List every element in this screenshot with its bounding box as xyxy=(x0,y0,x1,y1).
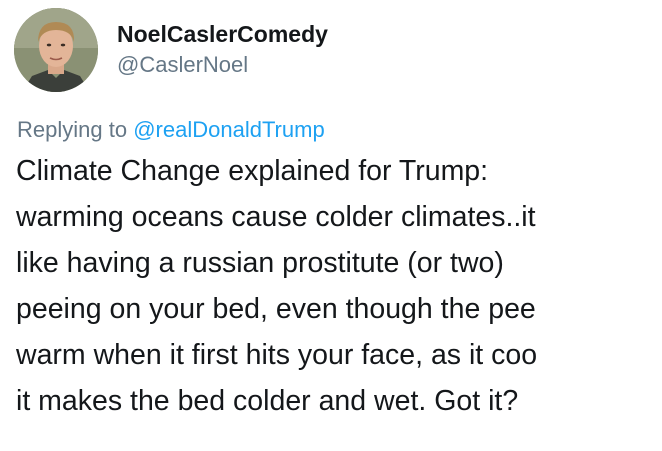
tweet-line: warm when it first hits your face, as it… xyxy=(16,339,538,371)
replying-to: Replying to @realDonaldTrump xyxy=(17,116,325,144)
tweet-line: warming oceans cause colder climates..it xyxy=(16,201,536,233)
reply-mention-link[interactable]: @realDonaldTrump xyxy=(133,117,324,142)
tweet-line: it makes the bed colder and wet. Got it? xyxy=(16,385,519,417)
user-names: NoelCaslerComedy @CaslerNoel xyxy=(117,20,328,79)
tweet-card: NoelCaslerComedy @CaslerNoel Replying to… xyxy=(0,0,662,451)
display-name[interactable]: NoelCaslerComedy xyxy=(117,20,328,48)
tweet-line: peeing on your bed, even though the pee xyxy=(16,293,536,325)
user-handle[interactable]: @CaslerNoel xyxy=(117,51,328,79)
replying-to-label: Replying to xyxy=(17,117,128,142)
tweet-line: like having a russian prostitute (or two… xyxy=(16,247,504,279)
tweet-text: Climate Change explained for Trump: warm… xyxy=(16,148,662,424)
avatar[interactable] xyxy=(14,8,98,92)
tweet-line: Climate Change explained for Trump: xyxy=(16,155,489,187)
avatar-photo xyxy=(14,8,98,92)
